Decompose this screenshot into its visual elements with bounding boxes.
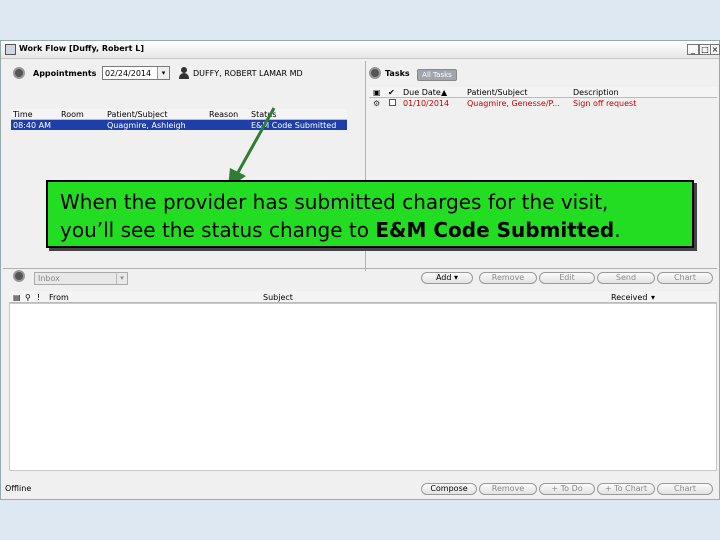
task-description: Sign off request bbox=[573, 99, 637, 108]
col-room[interactable]: Room bbox=[61, 110, 84, 119]
edit-button[interactable]: Edit bbox=[539, 272, 595, 284]
callout-line-1: When the provider has submitted charges … bbox=[60, 190, 609, 214]
appointment-date-picker[interactable]: 02/24/2014 ▾ bbox=[102, 66, 170, 80]
col-received[interactable]: Received bbox=[611, 293, 647, 302]
task-item-icon: ⚙ bbox=[373, 99, 381, 108]
remove-button[interactable]: Remove bbox=[479, 272, 537, 284]
callout-line-2-suffix: . bbox=[614, 218, 621, 242]
col-task-patient[interactable]: Patient/Subject bbox=[467, 88, 527, 97]
task-done-icon: ✔ bbox=[388, 88, 395, 97]
chevron-down-icon[interactable]: ▾ bbox=[157, 67, 169, 79]
send-button[interactable]: Send bbox=[597, 272, 655, 284]
window-title: Work Flow [Duffy, Robert L] bbox=[19, 44, 144, 53]
inbox-message-list[interactable] bbox=[9, 303, 717, 471]
appointments-label: Appointments bbox=[33, 69, 97, 78]
task-type-icon: ▣ bbox=[373, 88, 381, 97]
task-due: 01/10/2014 bbox=[403, 99, 450, 108]
add-button[interactable]: Add ▾ bbox=[421, 272, 473, 284]
row-time: 08:40 AM bbox=[13, 121, 51, 130]
app-icon bbox=[5, 44, 16, 55]
callout-line-2-prefix: you’ll see the status change to bbox=[60, 218, 376, 242]
close-button[interactable]: × bbox=[711, 44, 720, 55]
col-patient[interactable]: Patient/Subject bbox=[107, 110, 167, 119]
work-flow-window: Work Flow [Duffy, Robert L] _ □ × Appoin… bbox=[0, 40, 720, 500]
callout-text: When the provider has submitted charges … bbox=[60, 188, 690, 244]
task-patient: Quagmire, Genesse/P... bbox=[467, 99, 560, 108]
gear-icon[interactable] bbox=[13, 270, 25, 282]
inbox-folder-select[interactable]: Inbox ▾ bbox=[34, 272, 128, 285]
sort-indicator-icon: ▲ bbox=[441, 88, 448, 97]
gear-icon[interactable] bbox=[13, 67, 25, 79]
col-subject[interactable]: Subject bbox=[263, 293, 293, 302]
title-bar: Work Flow [Duffy, Robert L] _ □ × bbox=[1, 41, 720, 59]
appointments-header: Time Room Patient/Subject Reason Status bbox=[11, 109, 347, 120]
chevron-down-icon[interactable]: ▾ bbox=[116, 273, 127, 284]
task-checkbox[interactable] bbox=[389, 99, 396, 106]
appointment-date-value: 02/24/2014 bbox=[105, 69, 152, 78]
compose-button[interactable]: Compose bbox=[421, 483, 477, 495]
annotation-callout: When the provider has submitted charges … bbox=[46, 180, 694, 248]
callout-arrow bbox=[228, 107, 276, 188]
table-row[interactable]: 08:40 AM Quagmire, Ashleigh E&M Code Sub… bbox=[11, 120, 347, 130]
maximize-button[interactable]: □ bbox=[699, 44, 711, 55]
footer-remove-button[interactable]: Remove bbox=[479, 483, 537, 495]
to-chart-button[interactable]: + To Chart bbox=[597, 483, 655, 495]
all-tasks-filter[interactable]: All Tasks bbox=[417, 69, 457, 81]
gear-icon[interactable] bbox=[369, 67, 381, 79]
minimize-button[interactable]: _ bbox=[687, 44, 699, 55]
add-button-label: Add bbox=[435, 273, 452, 282]
col-from[interactable]: From bbox=[49, 293, 69, 302]
col-due-date[interactable]: Due Date bbox=[403, 88, 441, 97]
provider-icon[interactable] bbox=[179, 67, 189, 79]
footer-chart-button[interactable]: Chart bbox=[657, 483, 713, 495]
chevron-down-icon: ▾ bbox=[454, 273, 459, 282]
col-time[interactable]: Time bbox=[13, 110, 33, 119]
tasks-header: ▣ ✔ Due Date ▲ Patient/Subject Descripti… bbox=[369, 87, 717, 98]
inbox-header: ▤ ⚲ ! From Subject Received ▾ bbox=[9, 291, 717, 303]
col-description[interactable]: Description bbox=[573, 88, 619, 97]
sort-indicator-icon: ▾ bbox=[651, 293, 656, 302]
inbox-folder-value: Inbox bbox=[38, 274, 60, 283]
attachment-icon: ⚲ bbox=[25, 293, 31, 302]
to-do-button[interactable]: + To Do bbox=[539, 483, 595, 495]
status-bar: Offline Compose Remove + To Do + To Char… bbox=[1, 481, 719, 499]
chart-button[interactable]: Chart bbox=[657, 272, 713, 284]
table-row[interactable]: ⚙ 01/10/2014 Quagmire, Genesse/P... Sign… bbox=[369, 98, 717, 108]
message-type-icon: ▤ bbox=[13, 293, 21, 302]
callout-status-highlight: E&M Code Submitted bbox=[375, 218, 615, 242]
tasks-label: Tasks bbox=[385, 69, 410, 78]
priority-icon: ! bbox=[37, 293, 41, 302]
connection-status: Offline bbox=[5, 484, 32, 493]
horizontal-divider[interactable] bbox=[3, 268, 717, 269]
row-patient: Quagmire, Ashleigh bbox=[107, 121, 186, 130]
provider-name: DUFFY, ROBERT LAMAR MD bbox=[193, 69, 303, 78]
